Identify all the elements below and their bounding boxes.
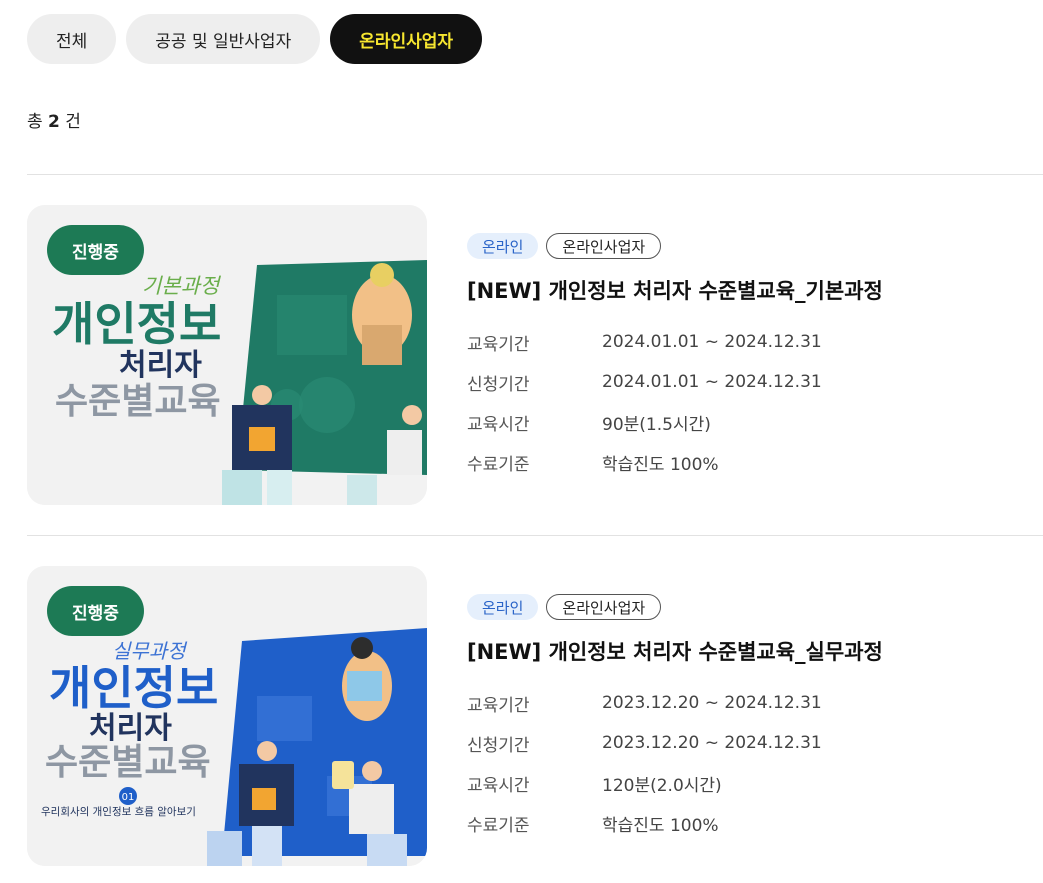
detail-label: 신청기간 — [467, 735, 530, 756]
list-divider — [27, 174, 1043, 175]
detail-row: 수료기준 학습진도 100% — [467, 803, 1027, 843]
thumbnail-script-text: 기본과정 — [142, 274, 222, 298]
detail-row: 수료기준 학습진도 100% — [467, 442, 1027, 482]
tag-online: 온라인 — [467, 594, 539, 620]
detail-label: 교육기간 — [467, 695, 530, 716]
tag-online-business: 온라인사업자 — [546, 594, 662, 620]
detail-label: 교육기간 — [467, 334, 530, 355]
detail-row: 교육기간 2024.01.01 ~ 2024.12.31 — [467, 322, 1027, 362]
filter-public-general[interactable]: 공공 및 일반사업자 — [126, 14, 321, 64]
detail-value: 2023.12.20 ~ 2024.12.31 — [602, 693, 822, 713]
category-filter-bar: 전체 공공 및 일반사업자 온라인사업자 — [27, 14, 483, 64]
course-thumbnail[interactable]: 실무과정 개인정보 처리자 수준별교육 01 우리회사의 개인정보 흐름 알아보… — [27, 566, 427, 866]
course-title[interactable]: [NEW] 개인정보 처리자 수준별교육_기본과정 — [467, 276, 1027, 306]
thumbnail-line2: 처리자 — [119, 348, 202, 383]
course-details: 교육기간 2023.12.20 ~ 2024.12.31 신청기간 2023.12.… — [467, 683, 1027, 843]
result-count-suffix: 건 — [65, 112, 81, 132]
detail-value: 2024.01.01 ~ 2024.12.31 — [602, 372, 822, 392]
thumbnail-line3: 수준별교육 — [55, 381, 221, 422]
detail-value: 90분(1.5시간) — [602, 414, 711, 435]
status-badge: 진행중 — [47, 586, 144, 636]
detail-value: 120분(2.0시간) — [602, 775, 722, 796]
detail-row: 신청기간 2023.12.20 ~ 2024.12.31 — [467, 723, 1027, 763]
detail-label: 교육시간 — [467, 414, 530, 435]
detail-value: 2024.01.01 ~ 2024.12.31 — [602, 332, 822, 352]
thumbnail-line3: 수준별교육 — [45, 742, 211, 783]
tag-online: 온라인 — [467, 233, 539, 259]
thumbnail-line1: 개인정보 — [52, 297, 221, 351]
course-details: 교육기간 2024.01.01 ~ 2024.12.31 신청기간 2024.01.… — [467, 322, 1027, 482]
detail-row: 신청기간 2024.01.01 ~ 2024.12.31 — [467, 362, 1027, 402]
detail-label: 수료기준 — [467, 815, 530, 836]
result-count-value: 2 — [48, 112, 60, 132]
status-badge: 진행중 — [47, 225, 144, 275]
course-info: 온라인 온라인사업자 [NEW] 개인정보 처리자 수준별교육_실무과정 교육기… — [467, 594, 1027, 843]
thumbnail-badge-number: 01 — [122, 792, 135, 803]
detail-row: 교육기간 2023.12.20 ~ 2024.12.31 — [467, 683, 1027, 723]
thumbnail-script-text: 실무과정 — [112, 639, 188, 663]
course-card[interactable]: 실무과정 개인정보 처리자 수준별교육 01 우리회사의 개인정보 흐름 알아보… — [27, 566, 1043, 866]
tag-online-business: 온라인사업자 — [546, 233, 662, 259]
detail-value: 학습진도 100% — [602, 815, 719, 836]
detail-value: 2023.12.20 ~ 2024.12.31 — [602, 733, 822, 753]
tag-list: 온라인 온라인사업자 — [467, 594, 1027, 620]
course-thumbnail[interactable]: 기본과정 개인정보 처리자 수준별교육 진행중 — [27, 205, 427, 505]
result-count-prefix: 총 — [27, 112, 43, 132]
filter-online-business[interactable]: 온라인사업자 — [330, 14, 483, 64]
result-count: 총 2 건 — [27, 107, 81, 132]
thumbnail-line2: 처리자 — [89, 711, 172, 746]
filter-all[interactable]: 전체 — [27, 14, 117, 64]
thumbnail-line1: 개인정보 — [49, 661, 218, 715]
course-card[interactable]: 기본과정 개인정보 처리자 수준별교육 진행중 온라인 온라인사업자 [NEW]… — [27, 205, 1043, 505]
detail-label: 신청기간 — [467, 374, 530, 395]
detail-label: 교육시간 — [467, 775, 530, 796]
list-divider — [27, 535, 1043, 536]
tag-list: 온라인 온라인사업자 — [467, 233, 1027, 259]
detail-label: 수료기준 — [467, 454, 530, 475]
detail-row: 교육시간 90분(1.5시간) — [467, 402, 1027, 442]
course-title[interactable]: [NEW] 개인정보 처리자 수준별교육_실무과정 — [467, 637, 1027, 667]
course-info: 온라인 온라인사업자 [NEW] 개인정보 처리자 수준별교육_기본과정 교육기… — [467, 233, 1027, 482]
detail-value: 학습진도 100% — [602, 454, 719, 475]
thumbnail-caption: 우리회사의 개인정보 흐름 알아보기 — [41, 806, 196, 818]
detail-row: 교육시간 120분(2.0시간) — [467, 763, 1027, 803]
